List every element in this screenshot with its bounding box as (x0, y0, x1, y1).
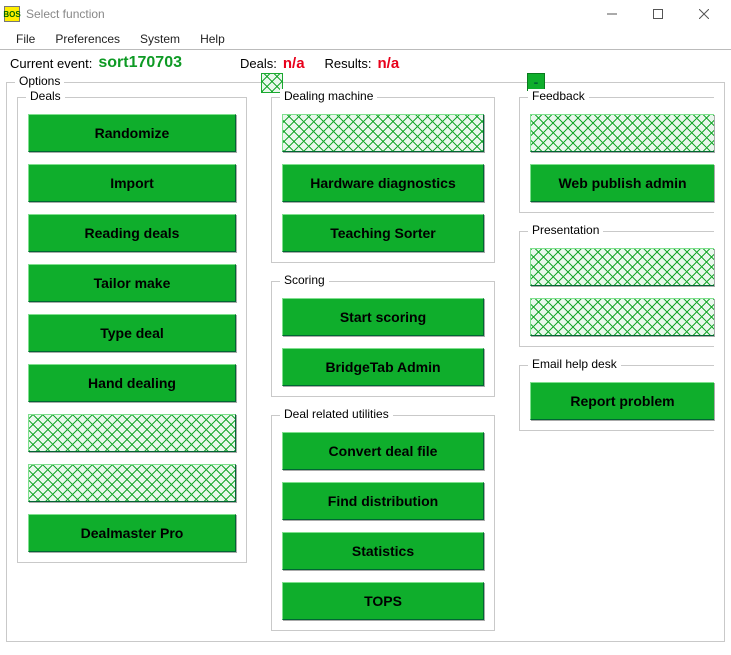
find-distribution-button[interactable]: Find distribution (282, 482, 484, 520)
menu-preferences[interactable]: Preferences (45, 30, 130, 48)
reading-deals-button[interactable]: Reading deals (28, 214, 236, 252)
menu-file[interactable]: File (6, 30, 45, 48)
results-label: Results: (325, 56, 372, 71)
dealing-machine-legend: Dealing machine (280, 89, 377, 103)
utilities-legend: Deal related utilities (280, 407, 393, 421)
restore-button-disabled: Restore (28, 464, 236, 502)
start-scoring-button[interactable]: Start scoring (282, 298, 484, 336)
tops-button[interactable]: TOPS (282, 582, 484, 620)
tailor-make-button[interactable]: Tailor make (28, 264, 236, 302)
teaching-sorter-button[interactable]: Teaching Sorter (282, 214, 484, 252)
email-help-desk-group: Email help desk Report problem (519, 365, 714, 431)
report-problem-button[interactable]: Report problem (530, 382, 714, 420)
dealing-machine-group: Dealing machine Start dealing Hardware d… (271, 97, 495, 263)
scoring-group: Scoring Start scoring BridgeTab Admin (271, 281, 495, 397)
menu-system[interactable]: System (130, 30, 190, 48)
presentation-group: Presentation Presentation 1 Presentation… (519, 231, 714, 347)
options-group: Options - Deals Randomize Import Reading… (6, 82, 725, 642)
deals-label: Deals: (240, 56, 277, 71)
hand-dealing-button[interactable]: Hand dealing (28, 364, 236, 402)
edit-button-disabled: Edit (28, 414, 236, 452)
web-publish-admin-button[interactable]: Web publish admin (530, 164, 714, 202)
feedback-legend: Feedback (528, 89, 589, 103)
title-bar: BOS Select function (0, 0, 731, 28)
bridgetab-admin-button[interactable]: BridgeTab Admin (282, 348, 484, 386)
import-button[interactable]: Import (28, 164, 236, 202)
hand-records-button-disabled: Hand records (530, 114, 714, 152)
maximize-button[interactable] (635, 0, 681, 28)
dealmaster-pro-button[interactable]: Dealmaster Pro (28, 514, 236, 552)
scoring-legend: Scoring (280, 273, 329, 287)
app-icon: BOS (4, 6, 20, 22)
start-dealing-button-disabled: Start dealing (282, 114, 484, 152)
hardware-diagnostics-button[interactable]: Hardware diagnostics (282, 164, 484, 202)
email-help-desk-legend: Email help desk (528, 357, 621, 371)
presentation-button-2-disabled: Presentation 2 (530, 298, 714, 336)
status-line: Current event: sort170703 Deals: n/a Res… (0, 50, 731, 76)
options-legend: Options (15, 74, 64, 88)
utilities-group: Deal related utilities Convert deal file… (271, 415, 495, 631)
statistics-button[interactable]: Statistics (282, 532, 484, 570)
deals-group: Deals Randomize Import Reading deals Tai… (17, 97, 247, 563)
close-button[interactable] (681, 0, 727, 28)
presentation-button-1-disabled: Presentation 1 (530, 248, 714, 286)
deals-value: n/a (283, 55, 305, 72)
window-title: Select function (26, 7, 105, 21)
presentation-legend: Presentation (528, 223, 603, 237)
deals-legend: Deals (26, 89, 65, 103)
minimize-button[interactable] (589, 0, 635, 28)
results-value: n/a (378, 55, 400, 72)
feedback-group: Feedback Hand records Web publish admin (519, 97, 714, 213)
type-deal-button[interactable]: Type deal (28, 314, 236, 352)
current-event-label: Current event: (10, 56, 92, 71)
current-event-value: sort170703 (98, 54, 182, 72)
convert-deal-file-button[interactable]: Convert deal file (282, 432, 484, 470)
randomize-button[interactable]: Randomize (28, 114, 236, 152)
menu-bar: File Preferences System Help (0, 28, 731, 50)
menu-help[interactable]: Help (190, 30, 235, 48)
